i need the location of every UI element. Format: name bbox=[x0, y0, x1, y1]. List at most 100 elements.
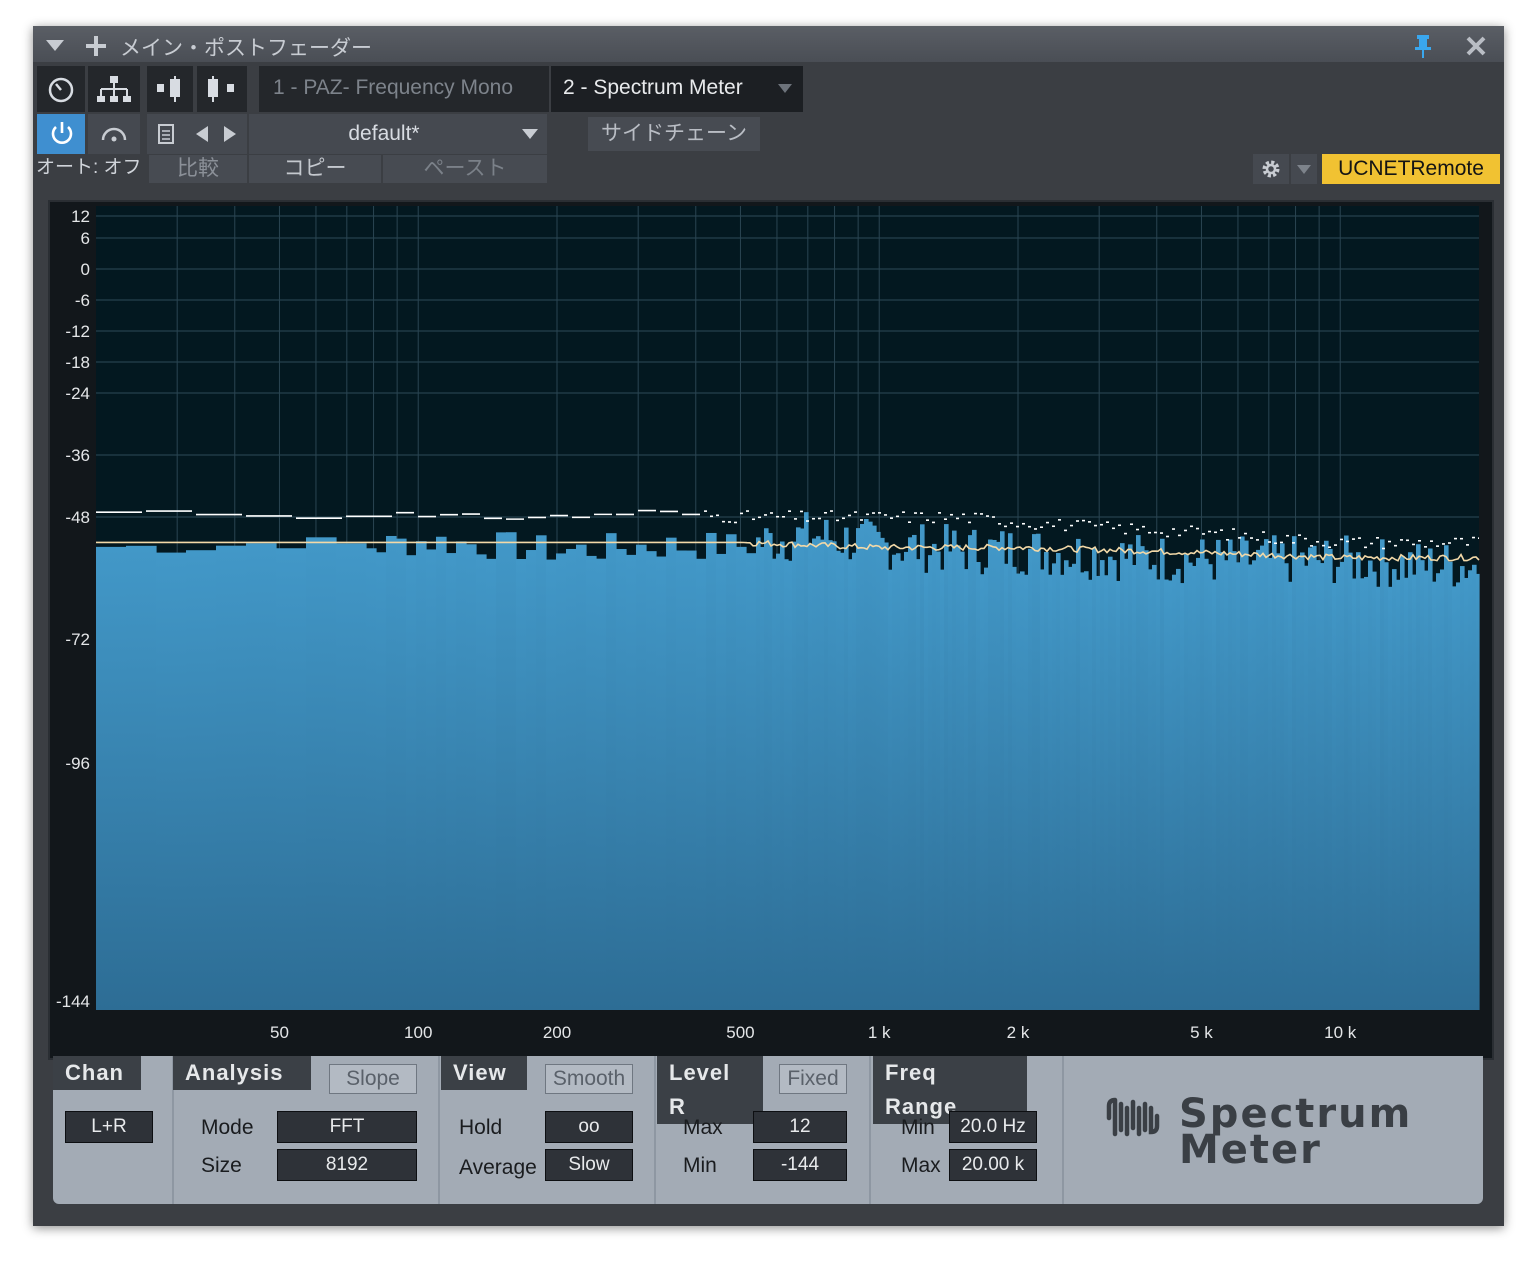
pin-icon[interactable] bbox=[1413, 34, 1433, 60]
hold-select[interactable]: oo bbox=[545, 1111, 633, 1143]
spectrum-bar bbox=[776, 553, 781, 1010]
spectrum-bar bbox=[1100, 560, 1105, 1010]
copy-button[interactable]: コピー bbox=[249, 155, 381, 183]
spectrum-bar bbox=[1260, 545, 1265, 1010]
spectrum-bar bbox=[840, 552, 845, 1010]
spectrum-bar bbox=[436, 536, 447, 1010]
spectrum-bar bbox=[1256, 549, 1261, 1010]
spectrum-bar bbox=[666, 537, 677, 1010]
spectrum-bar bbox=[1444, 545, 1449, 1010]
spectrum-bar bbox=[586, 555, 597, 1010]
x-tick-label: 10 k bbox=[1324, 1023, 1357, 1042]
spectrum-bar bbox=[1164, 579, 1169, 1010]
spectrum-bar bbox=[366, 548, 377, 1010]
timer-button[interactable] bbox=[37, 66, 85, 112]
insert-left-button[interactable] bbox=[147, 66, 193, 112]
spectrum-bar bbox=[1232, 551, 1237, 1010]
spectrum-bar bbox=[772, 558, 777, 1010]
spectrum-bar bbox=[908, 537, 913, 1010]
smooth-toggle[interactable]: Smooth bbox=[545, 1064, 633, 1094]
power-button[interactable] bbox=[37, 114, 85, 154]
close-icon[interactable] bbox=[1465, 35, 1487, 57]
spectrum-bar bbox=[784, 559, 789, 1010]
size-label: Size bbox=[201, 1154, 242, 1177]
spectrum-bar bbox=[884, 542, 889, 1010]
previous-preset-icon[interactable] bbox=[195, 125, 209, 143]
preset-list-icon[interactable] bbox=[157, 123, 175, 145]
preset-dropdown[interactable]: default* bbox=[249, 114, 547, 154]
spectrum-bar bbox=[1072, 563, 1077, 1010]
spectrum-bar bbox=[1192, 565, 1197, 1010]
spectrum-bar bbox=[792, 541, 797, 1010]
spectrum-bar bbox=[466, 544, 477, 1010]
spectrum-bar bbox=[1152, 564, 1157, 1010]
spectrum-bar bbox=[1116, 580, 1121, 1010]
monitor-button[interactable] bbox=[88, 114, 140, 154]
insert-right-button[interactable] bbox=[197, 66, 247, 112]
spectrum-bar bbox=[968, 535, 973, 1010]
slope-toggle[interactable]: Slope bbox=[329, 1064, 417, 1094]
spectrum-bar bbox=[928, 555, 933, 1010]
compare-button[interactable]: 比較 bbox=[149, 155, 247, 183]
presonus-logo-icon bbox=[1106, 1097, 1160, 1137]
mode-select[interactable]: FFT bbox=[277, 1111, 417, 1143]
spectrum-bar bbox=[736, 546, 747, 1010]
spectrum-bar bbox=[1004, 563, 1009, 1010]
next-preset-icon[interactable] bbox=[223, 125, 237, 143]
spectrum-bar bbox=[876, 531, 881, 1010]
spectrum-bar bbox=[656, 556, 667, 1010]
spectrum-bar bbox=[1284, 563, 1289, 1010]
plus-icon[interactable] bbox=[85, 35, 107, 57]
spectrum-bar bbox=[546, 559, 557, 1010]
size-select[interactable]: 8192 bbox=[277, 1149, 417, 1181]
paste-button[interactable]: ペースト bbox=[383, 155, 547, 183]
spectrum-bar bbox=[476, 554, 487, 1010]
spectrum-bar bbox=[824, 519, 829, 1010]
chevron-down-icon[interactable] bbox=[45, 38, 65, 52]
spectrum-bar bbox=[780, 541, 785, 1010]
spectrum-bar bbox=[964, 569, 969, 1010]
spectrum-bar bbox=[952, 530, 957, 1010]
spectrum-bar bbox=[864, 518, 869, 1010]
spectrum-bar bbox=[126, 545, 157, 1010]
chan-select[interactable]: L+R bbox=[65, 1111, 153, 1143]
tab-paz-frequency[interactable]: 1 - PAZ- Frequency Mono bbox=[259, 66, 549, 112]
average-label: Average bbox=[459, 1156, 537, 1179]
level-min-field[interactable]: -144 bbox=[753, 1149, 847, 1181]
sidechain-button[interactable]: サイドチェーン bbox=[588, 117, 760, 151]
spectrum-bar bbox=[1312, 545, 1317, 1010]
spectrum-bar bbox=[1228, 539, 1233, 1010]
level-max-label: Max bbox=[683, 1116, 723, 1139]
spectrum-bar bbox=[1024, 574, 1029, 1010]
spectrum-bar bbox=[1264, 539, 1269, 1010]
settings-button[interactable] bbox=[1253, 154, 1289, 184]
freq-max-field[interactable]: 20.00 k bbox=[949, 1149, 1037, 1181]
spectrum-bar bbox=[426, 549, 437, 1010]
level-max-field[interactable]: 12 bbox=[753, 1111, 847, 1143]
spectrum-bar bbox=[706, 532, 717, 1010]
spectrum-bar bbox=[1316, 560, 1321, 1010]
settings-dropdown[interactable] bbox=[1291, 154, 1317, 184]
spectrum-bar bbox=[1208, 564, 1213, 1010]
window-title: メイン・ポストフェーダー bbox=[120, 37, 372, 60]
spectrum-bar bbox=[788, 560, 793, 1010]
chevron-down-icon[interactable] bbox=[777, 83, 793, 95]
automation-label[interactable]: オート: オフ bbox=[36, 155, 142, 181]
freq-min-field[interactable]: 20.0 Hz bbox=[949, 1111, 1037, 1143]
spectrum-bar bbox=[1328, 548, 1333, 1010]
spectrum-bar bbox=[336, 543, 367, 1010]
average-select[interactable]: Slow bbox=[545, 1149, 633, 1181]
remote-badge[interactable]: UCNETRemote bbox=[1322, 154, 1500, 184]
fixed-toggle[interactable]: Fixed bbox=[779, 1064, 847, 1094]
spectrum-bar bbox=[1224, 560, 1229, 1010]
spectrum-bar bbox=[686, 550, 697, 1010]
spectrum-bar bbox=[1036, 533, 1041, 1010]
spectrum-bar bbox=[1248, 564, 1253, 1010]
routing-button[interactable] bbox=[88, 66, 140, 112]
spectrum-svg: 12 6 0 -6 -12 -18 -24 -36 -48 -72 -96 -144 50 100 200… bbox=[56, 206, 1480, 1042]
spectrum-bar bbox=[756, 537, 761, 1010]
tab-spectrum-meter[interactable]: 2 - Spectrum Meter bbox=[551, 66, 803, 112]
spectrum-bar bbox=[984, 567, 989, 1010]
spectrum-bar bbox=[1220, 551, 1225, 1010]
spectrum-bar bbox=[726, 534, 737, 1010]
